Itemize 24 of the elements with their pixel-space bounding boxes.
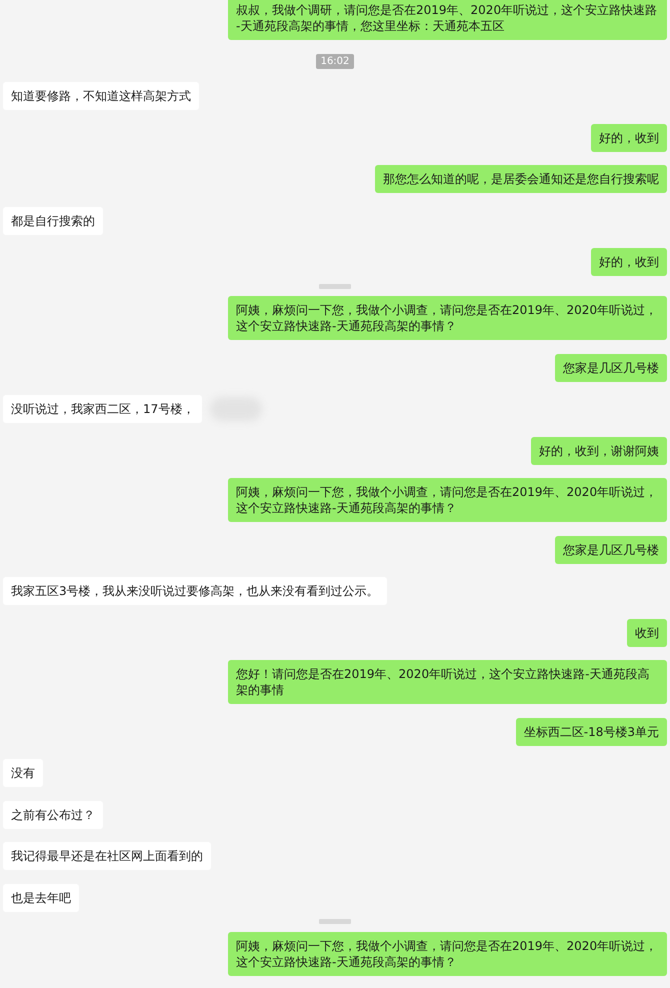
message-bubble: 阿姨，麻烦问一下您，我做个小调查，请问您是否在2019年、2020年听说过，这个安立路快速路-天通苑段高架的事情？ [228,296,667,340]
message-bubble: 收到 [627,618,667,646]
message-bubble: 好的，收到 [591,248,667,276]
message-bubble: 阿姨，麻烦问一下您，我做个小调查，请问您是否在2019年、2020年听说过，这个安立路快速路-天通苑段高架的事情？ [228,478,667,522]
message-bubble: 也是去年吧 [3,884,79,912]
message-bubble: 好的，收到，谢谢阿姨 [531,436,667,464]
message-bubble: 坐标西二区-18号楼3单元 [516,718,667,746]
message-bubble: 没听说过，我家西二区，17号楼， [3,395,202,423]
blurred-timestamp [319,284,351,288]
message-bubble: 您家是几区几号楼 [555,354,667,382]
message-bubble: 您家是几区几号楼 [555,536,667,564]
message-bubble: 之前有公布过？ [3,800,103,828]
message-bubble: 我记得最早还是在社区网上面看到的 [3,842,211,870]
message-bubble: 您好！请问您是否在2019年、2020年听说过，这个安立路快速路-天通苑段高架的事情 [228,660,667,704]
message-bubble: 好的，收到 [591,124,667,152]
message-bubble: 没有 [3,759,43,787]
message-bubble: 都是自行搜索的 [3,206,103,234]
message-bubble: 叔叔，我做个调研，请问您是否在2019年、2020年听说过，这个安立路快速路-天通苑段高架的事情，您这里坐标：天通苑本五区 [228,0,667,40]
message-bubble: 我家五区3号楼，我从来没听说过要修高架，也从来没有看到过公示。 [3,577,387,605]
timestamp: 16:02 [316,54,354,68]
message-bubble: 阿姨，麻烦问一下您，我做个小调查，请问您是否在2019年、2020年听说过，这个安立路快速路-天通苑段高架的事情？ [228,932,667,976]
blurred-timestamp [319,919,351,924]
message-bubble: 那您怎么知道的呢，是居委会通知还是您自行搜索呢 [375,165,667,193]
message-bubble: 知道要修路，不知道这样高架方式 [3,82,199,110]
